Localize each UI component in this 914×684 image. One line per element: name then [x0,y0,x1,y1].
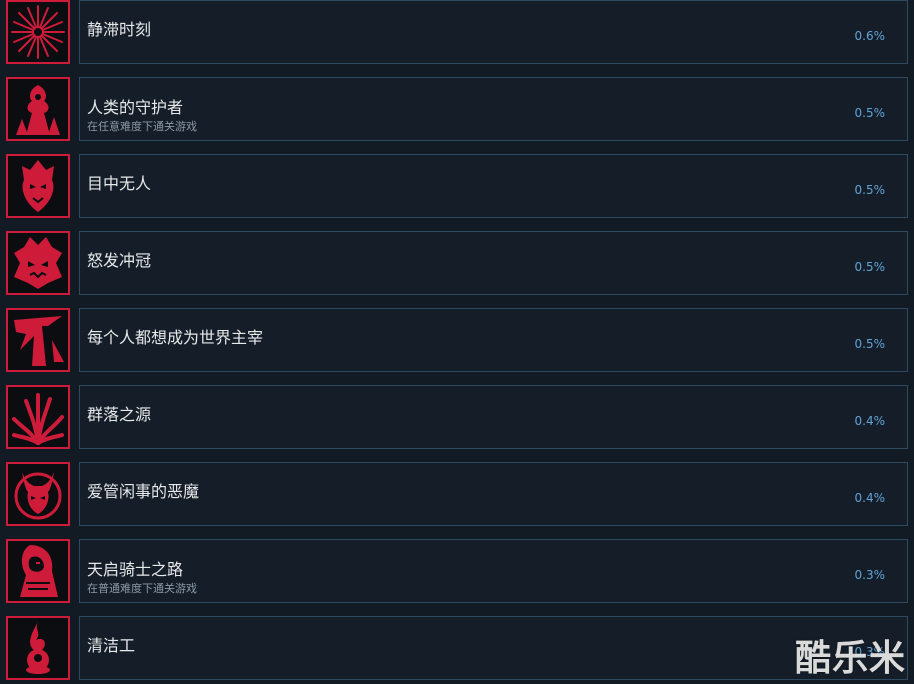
guardian-icon [8,79,68,139]
achievement-title: 群落之源 [87,405,152,424]
achievement-panel: 目中无人 0.5% [79,154,908,218]
achievement-percent: 0.6% [854,29,886,43]
achievement-row[interactable]: 每个人都想成为世界主宰 0.5% [0,308,914,376]
achievement-percent: 0.4% [854,491,886,505]
achievement-percent: 0.3% [854,568,886,582]
achievement-icon-frame [6,462,70,526]
achievement-panel: 群落之源 0.4% [79,385,908,449]
achievement-icon-frame [6,0,70,64]
achievement-panel: 怒发冲冠 0.5% [79,231,908,295]
achievement-title: 静滞时刻 [87,20,152,39]
achievement-icon-frame [6,154,70,218]
mask-face-icon [8,156,68,216]
achievement-percent: 0.5% [854,183,886,197]
horned-demon-icon [8,464,68,524]
achievement-percent: 0.3% [854,645,886,659]
achievement-title: 清洁工 [87,636,136,655]
achievement-percent: 0.5% [854,337,886,351]
achievement-icon-frame [6,385,70,449]
achievement-row[interactable]: 天启骑士之路 在普通难度下通关游戏 0.3% [0,539,914,607]
achievement-row[interactable]: 群落之源 0.4% [0,385,914,453]
achievement-title: 天启骑士之路 [87,560,184,579]
achievement-title: 爱管闲事的恶魔 [87,482,200,501]
achievement-row[interactable]: 怒发冲冠 0.5% [0,231,914,299]
blade-figure-icon [8,310,68,370]
achievement-row[interactable]: 清洁工 0.3% [0,616,914,684]
achievement-icon-frame [6,77,70,141]
achievement-title: 怒发冲冠 [87,251,152,270]
achievement-row[interactable]: 人类的守护者 在任意难度下通关游戏 0.5% [0,77,914,145]
achievement-panel: 人类的守护者 在任意难度下通关游戏 0.5% [79,77,908,141]
achievement-description: 在任意难度下通关游戏 [87,120,197,133]
achievement-icon-frame [6,308,70,372]
achievement-icon-frame [6,539,70,603]
achievement-panel: 每个人都想成为世界主宰 0.5% [79,308,908,372]
achievement-title: 目中无人 [87,174,152,193]
achievement-panel: 静滞时刻 0.6% [79,0,908,64]
achievement-panel: 天启骑士之路 在普通难度下通关游戏 0.3% [79,539,908,603]
achievement-row[interactable]: 目中无人 0.5% [0,154,914,222]
achievement-panel: 爱管闲事的恶魔 0.4% [79,462,908,526]
rage-head-icon [8,233,68,293]
hooded-rider-icon [8,541,68,601]
achievement-icon-frame [6,616,70,680]
achievement-percent: 0.5% [854,260,886,274]
achievement-title: 人类的守护者 [87,98,184,117]
achievement-percent: 0.4% [854,414,886,428]
achievement-icon-frame [6,231,70,295]
flame-vase-icon [8,618,68,678]
starburst-icon [8,2,68,62]
achievement-description: 在普通难度下通关游戏 [87,582,197,595]
achievement-row[interactable]: 静滞时刻 0.6% [0,0,914,68]
achievement-title: 每个人都想成为世界主宰 [87,328,264,347]
achievement-percent: 0.5% [854,106,886,120]
tendrils-icon [8,387,68,447]
achievement-row[interactable]: 爱管闲事的恶魔 0.4% [0,462,914,530]
achievement-panel: 清洁工 0.3% [79,616,908,680]
